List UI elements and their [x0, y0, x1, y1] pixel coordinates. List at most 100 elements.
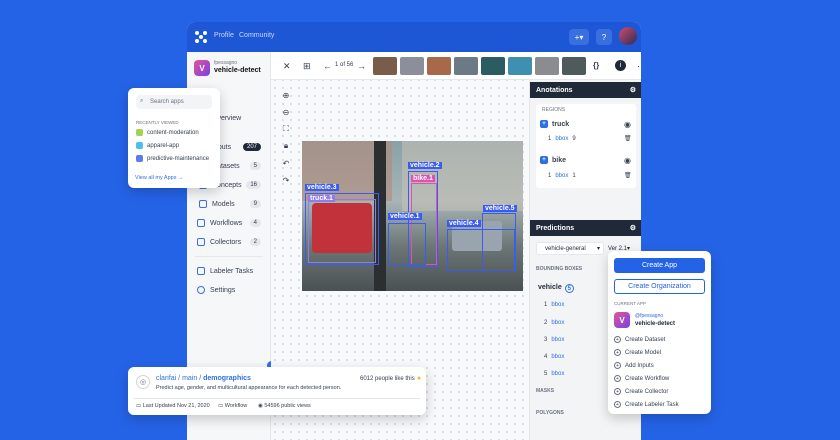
region-bike[interactable]: + bike [540, 156, 566, 164]
app-owner[interactable]: fpessagno [214, 60, 237, 66]
thumbnail[interactable] [427, 57, 451, 75]
thumbnail[interactable] [373, 57, 397, 75]
sidebar-item-collectors[interactable]: Collectors 2 [197, 238, 271, 246]
next-arrow-icon[interactable]: → [357, 61, 366, 71]
lock-icon[interactable]: 🔒︎ [279, 139, 293, 153]
add-inputs[interactable]: + Add Inputs [614, 362, 654, 369]
recent-app[interactable]: predictive-maintenance [136, 155, 209, 162]
sidebar-item-labeler-tasks[interactable]: Labeler Tasks [197, 267, 253, 275]
model-path[interactable]: clarifai / main / demographics [156, 375, 251, 382]
create-model[interactable]: + Create Model [614, 349, 661, 356]
close-icon[interactable]: ✕ [283, 61, 291, 72]
model-card[interactable]: ◎ clarifai / main / demographics 6012 pe… [128, 367, 426, 415]
concept-vehicle[interactable]: vehicle 5 [538, 284, 574, 293]
regions-box: REGIONS + truck ◉ 1 bbox 9 🗑︎ + bike ◉ 1 bbox… [536, 104, 636, 188]
collectors-icon [197, 238, 205, 246]
view-all-apps-link[interactable]: View all my Apps → [135, 175, 184, 181]
sidebar-item-models[interactable]: Models 9 [199, 200, 271, 208]
current-app-name[interactable]: vehicle-detect [635, 321, 675, 327]
grid-icon[interactable]: ⊞ [303, 61, 311, 72]
regions-label: REGIONS [542, 107, 566, 113]
thumbnail[interactable] [562, 57, 586, 75]
region-row[interactable]: 1 bbox 9 [548, 136, 576, 142]
apps-popup: ⌕ Search apps RECENTLY VIEWED content-mod… [128, 88, 220, 188]
app-avatar-icon: V [194, 60, 210, 76]
gear-icon[interactable]: ⚙ [630, 224, 636, 232]
divider [195, 256, 263, 257]
create-popup: Create App Create Organization CURRENT A… [608, 251, 711, 414]
thumbnail[interactable] [535, 57, 559, 75]
bbox-label: vehicle.5 [483, 205, 517, 212]
sidebar-item-workflows[interactable]: Workflows 4 [197, 219, 271, 227]
redo-icon[interactable]: ↷ [279, 173, 293, 187]
info-icon[interactable]: i [615, 60, 626, 71]
polygons-label[interactable]: POLYGONS [536, 410, 564, 416]
prev-arrow-icon[interactable]: ← [323, 61, 332, 71]
create-labeler-task[interactable]: + Create Labeler Task [614, 401, 679, 408]
search-input[interactable]: ⌕ Search apps [136, 95, 212, 109]
sidebar-item-settings[interactable]: Settings [197, 286, 235, 294]
thumbnail[interactable] [481, 57, 505, 75]
region-truck[interactable]: + truck [540, 120, 569, 128]
annotations-header[interactable]: Anotations ⚙ [530, 82, 641, 98]
bbox-label: vehicle.3 [305, 184, 339, 191]
create-organization-button[interactable]: Create Organization [614, 279, 705, 294]
clarifai-logo-icon[interactable] [194, 30, 208, 44]
more-icon[interactable]: ⋯ [637, 61, 641, 72]
prediction-row[interactable]: 2 bbox [544, 320, 564, 326]
bbox-vehicle-1[interactable] [388, 223, 426, 265]
thumbnail[interactable] [454, 57, 478, 75]
model-description: Predict age, gender, and multicultural a… [156, 385, 342, 391]
nav-community[interactable]: Community [239, 32, 274, 39]
workflows-icon [197, 219, 205, 227]
plus-icon: + [614, 375, 621, 382]
prediction-row[interactable]: 3 bbox [544, 337, 564, 343]
recent-app[interactable]: content-moderation [136, 129, 199, 136]
prediction-row[interactable]: 4 bbox [544, 354, 564, 360]
model-select[interactable]: vehicle-general ▾ [536, 242, 604, 255]
bbox-label: bike.1 [411, 175, 435, 182]
trash-icon[interactable]: 🗑︎ [624, 172, 632, 179]
divider [134, 398, 420, 399]
recent-app[interactable]: apparel-app [136, 142, 179, 149]
create-workflow[interactable]: + Create Workflow [614, 375, 669, 382]
app-icon [136, 142, 143, 149]
prediction-row[interactable]: 1 bbox [544, 302, 564, 308]
thumbnail[interactable] [508, 57, 532, 75]
undo-icon[interactable]: ↶ [279, 156, 293, 170]
model-icon: ◎ [136, 375, 150, 389]
eye-icon[interactable]: ◉ [624, 120, 631, 129]
app-name[interactable]: vehicle-detect [214, 67, 261, 74]
current-app-icon: V [614, 312, 630, 328]
region-row[interactable]: 1 bbox 1 [548, 173, 576, 179]
zoom-in-icon[interactable]: ⊕ [279, 88, 293, 102]
create-dataset[interactable]: + Create Dataset [614, 336, 665, 343]
thumbnail[interactable] [400, 57, 424, 75]
recent-label: RECENTLY VIEWED [136, 120, 179, 125]
bbox-truck-1[interactable] [308, 199, 376, 263]
fit-icon[interactable]: ⛶ [279, 122, 293, 136]
add-menu-button[interactable]: +▾ [569, 29, 589, 45]
masks-label[interactable]: MASKS [536, 388, 554, 394]
avatar[interactable] [619, 27, 637, 45]
create-app-button[interactable]: Create App [614, 258, 705, 273]
code-icon[interactable]: {} [593, 61, 599, 70]
bbox-vehicle-5[interactable] [482, 213, 516, 271]
plus-icon: + [614, 401, 621, 408]
predictions-header[interactable]: Predictions ⚙ [530, 220, 641, 236]
eye-icon[interactable]: ◉ [624, 156, 631, 165]
public-views: ◉ 54596 public views [258, 403, 311, 409]
gear-icon [197, 286, 205, 294]
help-icon[interactable]: ? [596, 29, 612, 45]
nav-profile[interactable]: Profile [214, 32, 234, 39]
gear-icon[interactable]: ⚙ [630, 86, 636, 94]
trash-icon[interactable]: 🗑︎ [624, 135, 632, 142]
prediction-row[interactable]: 5 bbox [544, 371, 564, 377]
create-collector[interactable]: + Create Collector [614, 388, 668, 395]
likes: 6012 people like this ★ [360, 376, 422, 382]
model-kind: ▭ Workflow [218, 403, 248, 409]
plus-icon: + [614, 388, 621, 395]
current-user[interactable]: @fpessagno [635, 313, 663, 319]
star-icon[interactable]: ★ [416, 376, 421, 382]
zoom-out-icon[interactable]: ⊖ [279, 105, 293, 119]
